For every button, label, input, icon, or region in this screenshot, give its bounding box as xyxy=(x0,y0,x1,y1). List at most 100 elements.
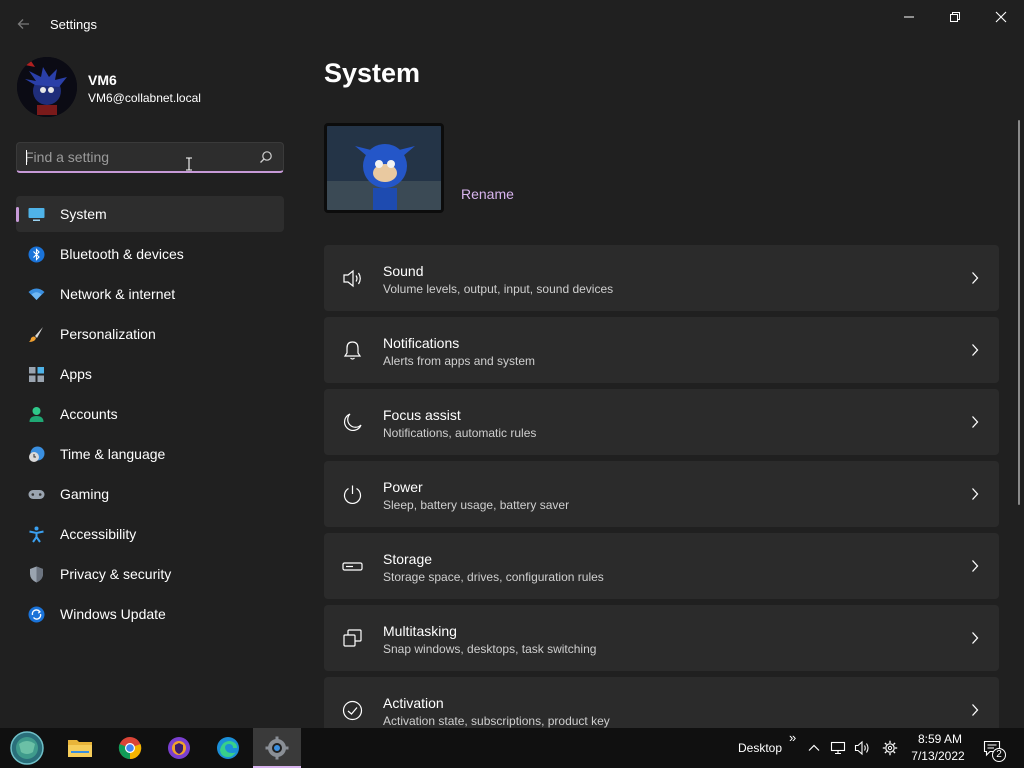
bell-icon xyxy=(343,341,362,360)
taskbar-chrome[interactable] xyxy=(106,728,154,768)
card-power[interactable]: Power Sleep, battery usage, battery save… xyxy=(324,461,999,527)
gamepad-icon xyxy=(28,490,45,499)
multitasking-icon xyxy=(343,629,362,647)
taskbar-brave[interactable] xyxy=(155,728,203,768)
card-sound[interactable]: Sound Volume levels, output, input, soun… xyxy=(324,245,999,311)
sidebar-item-label: Bluetooth & devices xyxy=(60,246,184,262)
card-activation[interactable]: Activation Activation state, subscriptio… xyxy=(324,677,999,728)
edge-icon xyxy=(217,737,239,759)
sidebar-item-bluetooth[interactable]: Bluetooth & devices xyxy=(16,236,284,272)
person-icon xyxy=(29,407,44,422)
main-content: System Rename Sound Volume levels, outpu… xyxy=(324,48,1000,728)
sidebar-nav: System Bluetooth & devices Network & int… xyxy=(16,196,284,636)
sidebar-item-accounts[interactable]: Accounts xyxy=(16,396,284,432)
back-arrow-icon xyxy=(17,19,29,29)
card-title: Activation xyxy=(383,695,444,711)
avatar[interactable] xyxy=(17,57,77,117)
shield-icon xyxy=(30,566,43,583)
sidebar-item-windows-update[interactable]: Windows Update xyxy=(16,596,284,632)
sidebar-item-label: Gaming xyxy=(60,486,110,502)
card-title: Multitasking xyxy=(383,623,457,639)
card-subtitle: Sleep, battery usage, battery saver xyxy=(383,498,570,512)
sidebar-item-system[interactable]: System xyxy=(16,196,284,232)
apps-icon xyxy=(29,367,44,382)
card-notifications[interactable]: Notifications Alerts from apps and syste… xyxy=(324,317,999,383)
settings-icon xyxy=(265,736,289,760)
card-multitasking[interactable]: Multitasking Snap windows, desktops, tas… xyxy=(324,605,999,671)
search-box[interactable] xyxy=(16,142,284,173)
taskbar-settings[interactable] xyxy=(253,728,301,768)
toolbar-overflow-chevron[interactable]: » xyxy=(789,730,796,745)
card-focus-assist[interactable]: Focus assist Notifications, automatic ru… xyxy=(324,389,999,455)
close-button[interactable] xyxy=(978,6,1024,28)
start-icon xyxy=(10,731,44,765)
text-caret xyxy=(26,150,27,165)
back-button[interactable] xyxy=(14,14,34,34)
taskbar-file-explorer[interactable] xyxy=(56,728,104,768)
search-icon[interactable] xyxy=(259,150,273,164)
sidebar-item-gaming[interactable]: Gaming xyxy=(16,476,284,512)
chevron-right-icon xyxy=(972,560,979,572)
sidebar-item-label: Personalization xyxy=(60,326,156,342)
volume-icon[interactable] xyxy=(854,740,870,756)
title-bar: Settings xyxy=(0,0,1024,48)
accessibility-icon xyxy=(29,526,44,543)
wifi-icon xyxy=(28,288,45,300)
card-title: Storage xyxy=(383,551,433,567)
sidebar-item-accessibility[interactable]: Accessibility xyxy=(16,516,284,552)
rename-link[interactable]: Rename xyxy=(461,186,514,202)
taskbar-start-button[interactable] xyxy=(3,728,51,768)
desktop-toolbar-label[interactable]: Desktop xyxy=(738,741,782,755)
sidebar-item-personalization[interactable]: Personalization xyxy=(16,316,284,352)
update-icon xyxy=(28,606,45,623)
sidebar-item-label: Network & internet xyxy=(60,286,176,302)
card-title: Power xyxy=(383,479,423,495)
brave-icon xyxy=(168,737,190,759)
sidebar-item-label: Accessibility xyxy=(60,526,137,542)
chevron-right-icon xyxy=(972,704,979,716)
clock-date[interactable]: 7/13/2022 xyxy=(906,749,970,763)
bluetooth-icon xyxy=(28,246,45,263)
brush-icon xyxy=(29,327,43,342)
taskbar-edge[interactable] xyxy=(204,728,252,768)
sidebar-item-network[interactable]: Network & internet xyxy=(16,276,284,312)
sidebar-item-time-language[interactable]: Time & language xyxy=(16,436,284,472)
minimize-button[interactable] xyxy=(886,6,932,28)
sidebar: VM6 VM6@collabnet.local System Bluetooth… xyxy=(0,48,300,728)
close-icon xyxy=(995,11,1007,23)
card-title: Focus assist xyxy=(383,407,461,423)
sidebar-item-label: Privacy & security xyxy=(60,566,172,582)
chevron-up-icon[interactable] xyxy=(806,740,822,756)
sidebar-item-label: Accounts xyxy=(60,406,118,422)
sidebar-item-apps[interactable]: Apps xyxy=(16,356,284,392)
chevron-right-icon xyxy=(972,416,979,428)
gear-icon[interactable] xyxy=(882,740,898,756)
scrollbar[interactable] xyxy=(1018,120,1020,505)
chevron-right-icon xyxy=(972,632,979,644)
user-email: VM6@collabnet.local xyxy=(88,91,201,105)
sidebar-item-privacy-security[interactable]: Privacy & security xyxy=(16,556,284,592)
card-subtitle: Volume levels, output, input, sound devi… xyxy=(383,282,614,296)
desktop-thumbnail[interactable] xyxy=(324,123,444,213)
speaker-icon xyxy=(343,269,361,288)
app-title: Settings xyxy=(50,17,97,32)
page-title: System xyxy=(324,58,421,88)
file-explorer-icon xyxy=(68,740,92,757)
card-title: Sound xyxy=(383,263,424,279)
card-subtitle: Alerts from apps and system xyxy=(383,354,536,368)
monitor-icon xyxy=(28,208,45,221)
clock-time[interactable]: 8:59 AM xyxy=(910,732,970,746)
chrome-icon xyxy=(118,737,142,760)
card-subtitle: Activation state, subscriptions, product… xyxy=(383,714,610,728)
card-storage[interactable]: Storage Storage space, drives, configura… xyxy=(324,533,999,599)
restore-button[interactable] xyxy=(932,6,978,28)
card-subtitle: Notifications, automatic rules xyxy=(383,426,537,440)
network-icon[interactable] xyxy=(830,740,846,756)
chevron-right-icon xyxy=(972,272,979,284)
clock-globe-icon xyxy=(29,446,45,462)
power-icon xyxy=(343,485,362,505)
wallpaper-image xyxy=(327,126,441,210)
sidebar-item-label: System xyxy=(60,206,107,222)
chevron-right-icon xyxy=(972,488,979,500)
search-input[interactable] xyxy=(25,147,245,167)
